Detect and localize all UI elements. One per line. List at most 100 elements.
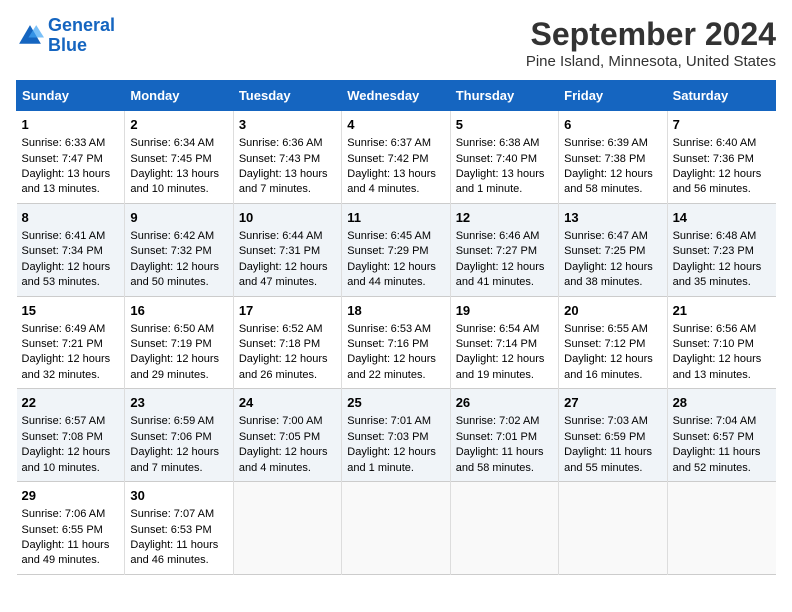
calendar-cell: 7Sunrise: 6:40 AMSunset: 7:36 PMDaylight… bbox=[667, 111, 775, 204]
page-title: September 2024 bbox=[526, 16, 776, 53]
daylight: Daylight: 12 hours and 56 minutes. bbox=[673, 168, 762, 195]
sunset: Sunset: 7:47 PM bbox=[22, 153, 103, 165]
sunrise: Sunrise: 6:41 AM bbox=[22, 230, 106, 242]
sunrise: Sunrise: 7:00 AM bbox=[239, 415, 323, 427]
sunrise: Sunrise: 7:04 AM bbox=[673, 415, 757, 427]
sunrise: Sunrise: 6:42 AM bbox=[130, 230, 214, 242]
daylight: Daylight: 12 hours and 26 minutes. bbox=[239, 353, 328, 380]
sunrise: Sunrise: 6:38 AM bbox=[456, 137, 540, 149]
calendar-cell: 29Sunrise: 7:06 AMSunset: 6:55 PMDayligh… bbox=[17, 482, 125, 575]
day-number: 9 bbox=[130, 209, 227, 227]
day-number: 5 bbox=[456, 116, 553, 134]
sunrise: Sunrise: 7:06 AM bbox=[22, 508, 106, 520]
day-number: 21 bbox=[673, 302, 771, 320]
sunset: Sunset: 7:18 PM bbox=[239, 338, 320, 350]
sunset: Sunset: 7:05 PM bbox=[239, 431, 320, 443]
sunset: Sunset: 7:45 PM bbox=[130, 153, 211, 165]
title-block: September 2024 Pine Island, Minnesota, U… bbox=[526, 16, 776, 70]
calendar-cell bbox=[559, 482, 667, 575]
calendar-cell: 3Sunrise: 6:36 AMSunset: 7:43 PMDaylight… bbox=[233, 111, 341, 204]
day-number: 2 bbox=[130, 116, 227, 134]
daylight: Daylight: 11 hours and 55 minutes. bbox=[564, 446, 652, 473]
daylight: Daylight: 13 hours and 4 minutes. bbox=[347, 168, 436, 195]
daylight: Daylight: 12 hours and 13 minutes. bbox=[673, 353, 762, 380]
day-number: 16 bbox=[130, 302, 227, 320]
sunset: Sunset: 7:12 PM bbox=[564, 338, 645, 350]
calendar-cell bbox=[342, 482, 450, 575]
sunrise: Sunrise: 6:44 AM bbox=[239, 230, 323, 242]
sunset: Sunset: 7:27 PM bbox=[456, 245, 537, 257]
calendar-cell: 17 Sunrise: 6:52 AM Sunset: 7:18 PM Dayligh… bbox=[233, 296, 341, 389]
calendar-cell: 5Sunrise: 6:38 AMSunset: 7:40 PMDaylight… bbox=[450, 111, 558, 204]
logo-text: General Blue bbox=[48, 16, 115, 56]
daylight: Daylight: 11 hours and 58 minutes. bbox=[456, 446, 544, 473]
week-row-4: 22Sunrise: 6:57 AMSunset: 7:08 PMDayligh… bbox=[17, 389, 776, 482]
logo-line1: General bbox=[48, 15, 115, 35]
sunrise: Sunrise: 6:56 AM bbox=[673, 323, 757, 335]
calendar-cell: 14Sunrise: 6:48 AMSunset: 7:23 PMDayligh… bbox=[667, 203, 775, 296]
header-thursday: Thursday bbox=[450, 81, 558, 111]
logo: General Blue bbox=[16, 16, 115, 56]
day-number: 4 bbox=[347, 116, 444, 134]
day-number: 11 bbox=[347, 209, 444, 227]
sunset: Sunset: 7:16 PM bbox=[347, 338, 428, 350]
calendar-cell: 27Sunrise: 7:03 AMSunset: 6:59 PMDayligh… bbox=[559, 389, 667, 482]
daylight: Daylight: 12 hours and 35 minutes. bbox=[673, 261, 762, 288]
sunset: Sunset: 7:32 PM bbox=[130, 245, 211, 257]
day-number: 13 bbox=[564, 209, 661, 227]
daylight: Daylight: 12 hours and 41 minutes. bbox=[456, 261, 545, 288]
daylight: Daylight: 12 hours and 22 minutes. bbox=[347, 353, 436, 380]
header-tuesday: Tuesday bbox=[233, 81, 341, 111]
calendar-cell: 1Sunrise: 6:33 AMSunset: 7:47 PMDaylight… bbox=[17, 111, 125, 204]
day-number: 19 bbox=[456, 302, 553, 320]
daylight: Daylight: 12 hours and 53 minutes. bbox=[22, 261, 111, 288]
day-number: 29 bbox=[22, 487, 120, 505]
daylight: Daylight: 12 hours and 10 minutes. bbox=[22, 446, 111, 473]
daylight: Daylight: 11 hours and 49 minutes. bbox=[22, 539, 110, 566]
day-number: 8 bbox=[22, 209, 120, 227]
day-number: 26 bbox=[456, 394, 553, 412]
calendar-cell bbox=[450, 482, 558, 575]
sunset: Sunset: 6:53 PM bbox=[130, 524, 211, 536]
page-header: General Blue September 2024 Pine Island,… bbox=[16, 16, 776, 70]
day-number: 14 bbox=[673, 209, 771, 227]
day-number: 23 bbox=[130, 394, 227, 412]
sunrise: Sunrise: 6:52 AM bbox=[239, 323, 323, 335]
day-number: 24 bbox=[239, 394, 336, 412]
calendar-cell: 16Sunrise: 6:50 AMSunset: 7:19 PMDayligh… bbox=[125, 296, 233, 389]
sunrise: Sunrise: 6:37 AM bbox=[347, 137, 431, 149]
header-saturday: Saturday bbox=[667, 81, 775, 111]
calendar-table: SundayMondayTuesdayWednesdayThursdayFrid… bbox=[16, 80, 776, 575]
daylight: Daylight: 12 hours and 1 minute. bbox=[347, 446, 436, 473]
day-number: 25 bbox=[347, 394, 444, 412]
sunset: Sunset: 7:38 PM bbox=[564, 153, 645, 165]
header-sunday: Sunday bbox=[17, 81, 125, 111]
calendar-cell: 20Sunrise: 6:55 AMSunset: 7:12 PMDayligh… bbox=[559, 296, 667, 389]
daylight: Daylight: 12 hours and 58 minutes. bbox=[564, 168, 653, 195]
week-row-5: 29Sunrise: 7:06 AMSunset: 6:55 PMDayligh… bbox=[17, 482, 776, 575]
sunrise: Sunrise: 7:02 AM bbox=[456, 415, 540, 427]
calendar-cell: 11Sunrise: 6:45 AMSunset: 7:29 PMDayligh… bbox=[342, 203, 450, 296]
calendar-cell: 26Sunrise: 7:02 AMSunset: 7:01 PMDayligh… bbox=[450, 389, 558, 482]
sunrise: Sunrise: 6:33 AM bbox=[22, 137, 106, 149]
sunrise: Sunrise: 6:57 AM bbox=[22, 415, 106, 427]
sunset: Sunset: 7:36 PM bbox=[673, 153, 754, 165]
calendar-cell: 22Sunrise: 6:57 AMSunset: 7:08 PMDayligh… bbox=[17, 389, 125, 482]
day-number: 17 bbox=[239, 302, 336, 320]
day-number: 28 bbox=[673, 394, 771, 412]
daylight: Daylight: 12 hours and 50 minutes. bbox=[130, 261, 219, 288]
daylight: Daylight: 12 hours and 7 minutes. bbox=[130, 446, 219, 473]
daylight: Daylight: 12 hours and 32 minutes. bbox=[22, 353, 111, 380]
day-number: 15 bbox=[22, 302, 120, 320]
calendar-cell bbox=[667, 482, 775, 575]
day-number: 30 bbox=[130, 487, 227, 505]
calendar-cell: 21Sunrise: 6:56 AMSunset: 7:10 PMDayligh… bbox=[667, 296, 775, 389]
sunrise: Sunrise: 6:39 AM bbox=[564, 137, 648, 149]
calendar-cell: 23Sunrise: 6:59 AMSunset: 7:06 PMDayligh… bbox=[125, 389, 233, 482]
week-row-1: 1Sunrise: 6:33 AMSunset: 7:47 PMDaylight… bbox=[17, 111, 776, 204]
sunset: Sunset: 7:31 PM bbox=[239, 245, 320, 257]
daylight: Daylight: 11 hours and 52 minutes. bbox=[673, 446, 761, 473]
daylight: Daylight: 12 hours and 4 minutes. bbox=[239, 446, 328, 473]
sunset: Sunset: 7:03 PM bbox=[347, 431, 428, 443]
sunrise: Sunrise: 7:01 AM bbox=[347, 415, 431, 427]
